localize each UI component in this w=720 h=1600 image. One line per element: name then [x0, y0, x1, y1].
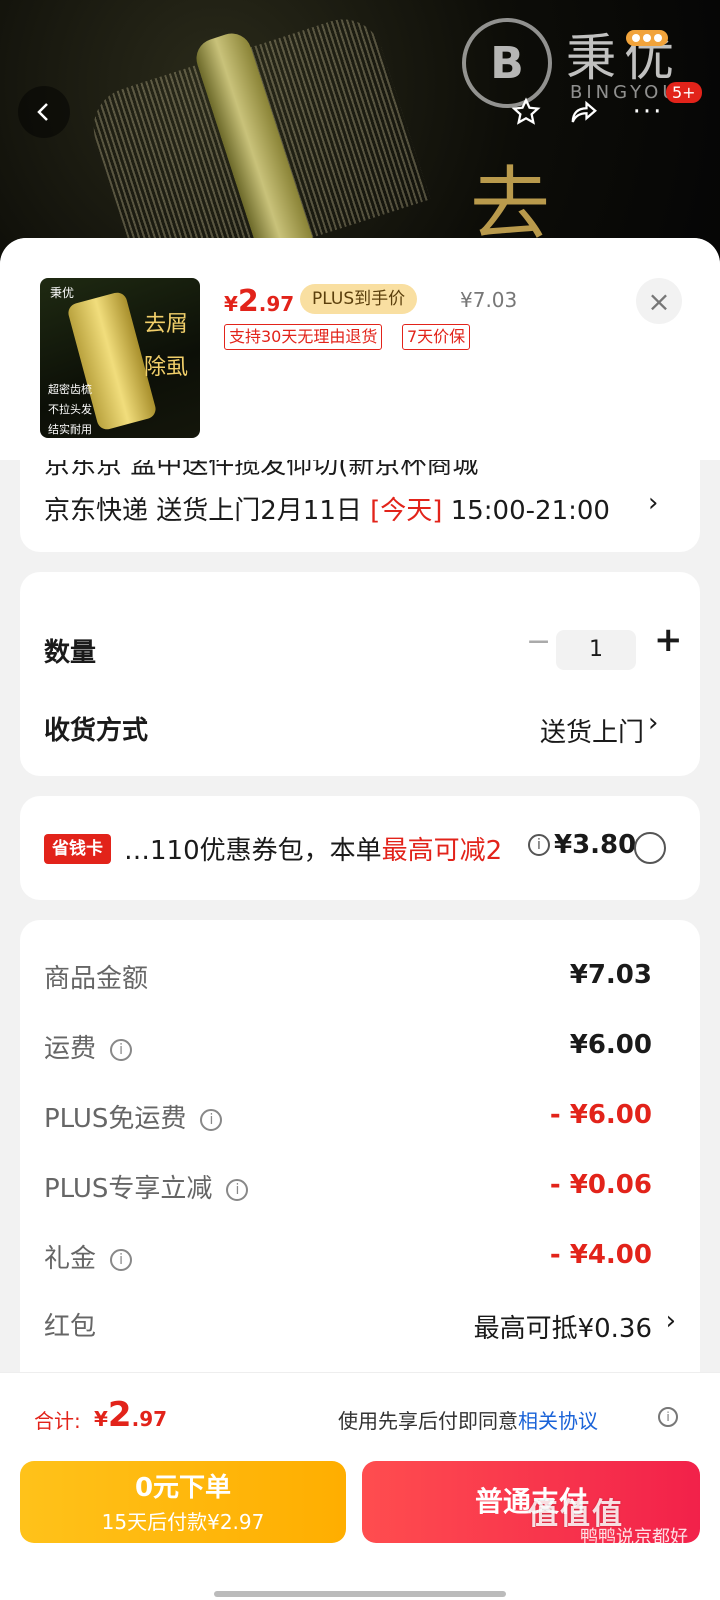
- quantity-card: 数量 − 1 + 收货方式 送货上门 ›: [20, 572, 700, 776]
- star-icon: [511, 97, 541, 125]
- total-currency: ¥: [94, 1407, 108, 1431]
- agreement-text: 使用先享后付即同意相关协议: [338, 1405, 598, 1434]
- favorite-button[interactable]: [500, 86, 552, 138]
- thumb-feature: 不拉头发: [48, 403, 92, 416]
- quantity-input[interactable]: 1: [556, 630, 636, 670]
- summary-row-gift-money: 礼金 i - ¥4.00: [44, 1238, 676, 1278]
- home-indicator[interactable]: [214, 1591, 506, 1597]
- coupon-text: …110优惠券包，本单: [124, 836, 382, 866]
- delivery-window: 15:00-21:00: [442, 496, 610, 526]
- thumb-logo: 秉优: [50, 286, 75, 300]
- plus-price-tag: PLUS到手价: [300, 284, 418, 314]
- sheet-header: 秉优 去屑 除虱 超密齿梳 不拉头发 结实耐用 ¥2.97 PLUS到手价 ¥7…: [0, 238, 720, 460]
- coupon-amount: ¥3.80: [554, 830, 637, 860]
- original-price: ¥7.03: [460, 288, 518, 312]
- summary-label: 商品金额: [44, 964, 149, 994]
- summary-row-plus-discount: PLUS专享立减 i - ¥0.06: [44, 1168, 676, 1208]
- pay-later-button[interactable]: 0元下单 15天后付款¥2.97: [20, 1461, 346, 1543]
- back-button[interactable]: [18, 86, 70, 138]
- agreement-prefix: 使用先享后付即同意: [338, 1409, 518, 1433]
- coupon-card[interactable]: 省钱卡 …110优惠券包，本单最高可减2 i ¥3.80: [20, 796, 700, 900]
- summary-row-redpacket[interactable]: 红包 最高可抵¥0.36 ›: [44, 1306, 676, 1346]
- summary-row-goods: 商品金额 ¥7.03: [44, 958, 676, 998]
- chevron-right-icon: ›: [648, 488, 659, 518]
- price-decimal: .97: [258, 292, 295, 316]
- summary-label: 红包: [44, 1312, 97, 1342]
- savings-card-badge: 省钱卡: [44, 834, 111, 864]
- pay-later-title: 0元下单: [134, 1473, 232, 1503]
- info-icon[interactable]: i: [658, 1407, 678, 1427]
- receive-method-label: 收货方式: [44, 716, 149, 746]
- more-button[interactable]: ···: [622, 86, 674, 138]
- total-integer: 2: [107, 1395, 132, 1435]
- quantity-increase-button[interactable]: +: [654, 620, 683, 660]
- delivery-time: 京东快递 送货上门2月11日 [今天] 15:00-21:00: [44, 490, 610, 527]
- close-icon: ×: [647, 284, 671, 318]
- final-price: ¥2.97: [224, 284, 294, 319]
- chevron-right-icon[interactable]: ›: [666, 1306, 676, 1336]
- summary-value: - ¥0.06: [549, 1170, 652, 1200]
- summary-label: PLUS专享立减 i: [44, 1168, 249, 1205]
- thumb-feature-list: 超密齿梳 不拉头发 结实耐用: [48, 380, 92, 438]
- share-button[interactable]: [558, 86, 610, 138]
- delivery-today: [今天]: [370, 496, 443, 526]
- info-icon[interactable]: i: [226, 1179, 249, 1201]
- redpacket-value[interactable]: 最高可抵¥0.36: [474, 1308, 652, 1345]
- info-icon[interactable]: i: [110, 1039, 133, 1061]
- price-integer: 2: [237, 284, 259, 319]
- price-summary-card: 商品金额 ¥7.03 运费 i ¥6.00 PLUS免运费 i - ¥6.00 PL…: [20, 920, 700, 1440]
- summary-row-shipping: 运费 i ¥6.00: [44, 1028, 676, 1068]
- share-icon: [571, 100, 597, 123]
- chevron-right-icon[interactable]: ›: [648, 708, 658, 738]
- quantity-decrease-button[interactable]: −: [526, 624, 551, 659]
- summary-value: ¥6.00: [569, 1030, 652, 1060]
- summary-value: - ¥4.00: [549, 1240, 652, 1270]
- chevron-left-icon: [37, 103, 48, 121]
- delivery-carrier: 京东快递 送货上门2月11日: [44, 496, 371, 526]
- total-price: ¥2.97: [94, 1395, 167, 1435]
- checkout-footer: 合计: ¥2.97 使用先享后付即同意相关协议 i 0元下单 15天后付款¥2.…: [0, 1372, 720, 1600]
- total-label: 合计:: [34, 1409, 81, 1433]
- summary-label: PLUS免运费 i: [44, 1098, 223, 1135]
- product-thumbnail[interactable]: 秉优 去屑 除虱 超密齿梳 不拉头发 结实耐用: [40, 278, 200, 438]
- summary-row-plus-freeship: PLUS免运费 i - ¥6.00: [44, 1098, 676, 1138]
- delivery-address-partial: 京东京 盆中送件揽发仰切(新京杯商城: [44, 460, 479, 480]
- total-decimal: .97: [131, 1407, 168, 1431]
- summary-value: ¥7.03: [569, 960, 652, 990]
- price-currency: ¥: [224, 292, 238, 316]
- delivery-card[interactable]: 京东京 盆中送件揽发仰切(新京杯商城 京东快递 送货上门2月11日 [今天] 1…: [20, 460, 700, 552]
- price-protect-tag: 7天价保: [402, 324, 471, 350]
- coupon-description: …110优惠券包，本单最高可减2: [124, 830, 502, 867]
- info-icon[interactable]: i: [200, 1109, 223, 1131]
- brand-name: 秉优: [566, 29, 682, 87]
- receive-method-value[interactable]: 送货上门: [540, 712, 644, 749]
- return-policy-tag: 支持30天无理由退货: [224, 324, 383, 350]
- thumb-feature: 超密齿梳: [48, 383, 92, 396]
- quantity-label: 数量: [44, 638, 97, 668]
- info-icon[interactable]: i: [110, 1249, 133, 1271]
- thumb-feature: 结实耐用: [48, 423, 92, 436]
- message-dots-icon[interactable]: [626, 30, 668, 46]
- summary-label: 礼金 i: [44, 1238, 133, 1275]
- more-dots-icon: ···: [632, 97, 664, 127]
- info-icon[interactable]: i: [528, 834, 550, 856]
- coupon-radio[interactable]: [634, 832, 666, 864]
- close-button[interactable]: ×: [636, 278, 682, 324]
- thumb-title-2: 除虱: [144, 355, 189, 380]
- pay-later-subtitle: 15天后付款¥2.97: [101, 1510, 265, 1534]
- watermark-text: 鸭鸭说京都好: [580, 1527, 688, 1548]
- summary-value: - ¥6.00: [549, 1100, 652, 1130]
- coupon-highlight: 最高可减2: [381, 836, 503, 866]
- agreement-link[interactable]: 相关协议: [518, 1409, 598, 1433]
- summary-label: 运费 i: [44, 1028, 133, 1065]
- thumb-title-1: 去屑: [144, 312, 189, 337]
